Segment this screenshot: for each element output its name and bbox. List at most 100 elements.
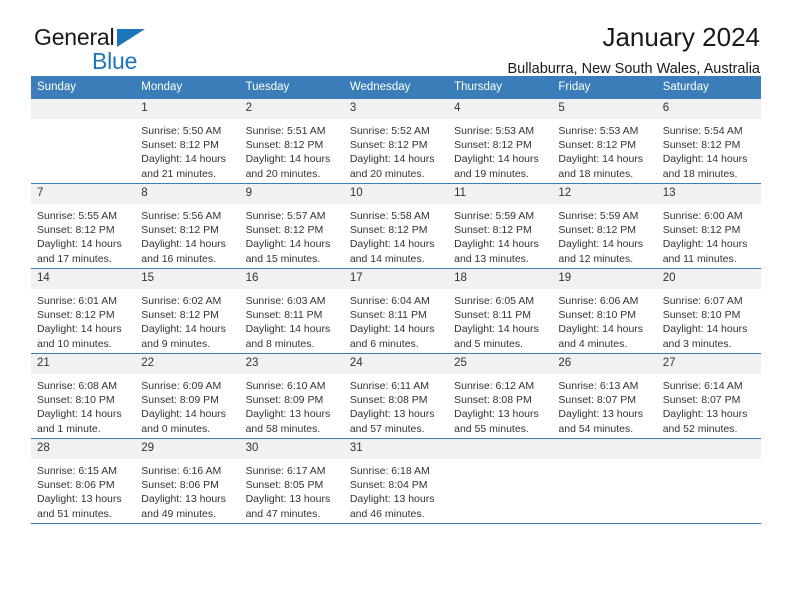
calendar-day-cell[interactable]: 11 Sunrise: 5:59 AM Sunset: 8:12 PM Dayligh…	[448, 183, 553, 269]
day-sun-info: Sunrise: 6:03 AM Sunset: 8:11 PM Daylight:…	[240, 289, 344, 351]
day-number: 17	[343, 269, 449, 289]
daylight-text-cont: and 46 minutes.	[349, 507, 425, 520]
sunrise-text: Sunrise: 5:59 AM	[454, 210, 535, 222]
day-sun-info: Sunrise: 6:00 AM Sunset: 8:12 PM Daylight:…	[657, 204, 761, 266]
sunrise-text: Sunrise: 6:08 AM	[37, 380, 117, 392]
calendar-day-cell[interactable]: 2 Sunrise: 5:51 AM Sunset: 8:12 PM Daylight…	[239, 99, 344, 184]
page-subtitle: Bullaburra, New South Wales, Australia	[507, 61, 760, 77]
daylight-text-cont: and 58 minutes.	[245, 422, 321, 435]
daylight-text-cont: and 16 minutes.	[141, 252, 216, 265]
calendar-day-cell[interactable]: 10 Sunrise: 5:58 AM Sunset: 8:12 PM Dayligh…	[343, 183, 449, 269]
daylight-text-cont: and 4 minutes.	[558, 337, 628, 350]
calendar-day-cell[interactable]: 7 Sunrise: 5:55 AM Sunset: 8:12 PM Daylight…	[31, 183, 136, 269]
calendar-day-cell[interactable]: 9 Sunrise: 5:57 AM Sunset: 8:12 PM Daylight…	[239, 183, 344, 269]
calendar-week-row: 1 Sunrise: 5:50 AM Sunset: 8:12 PM Daylight…	[31, 99, 761, 184]
daylight-text: Daylight: 13 hours	[349, 408, 435, 421]
sunset-text: Sunset: 8:12 PM	[662, 139, 741, 152]
calendar-cell-empty	[656, 438, 761, 524]
calendar-day-cell[interactable]: 13 Sunrise: 6:00 AM Sunset: 8:12 PM Dayligh…	[656, 183, 761, 269]
sunset-text: Sunset: 8:10 PM	[662, 309, 741, 322]
calendar-day-cell[interactable]: 25 Sunrise: 6:12 AM Sunset: 8:08 PM Dayligh…	[448, 353, 553, 439]
sunrise-text: Sunrise: 5:55 AM	[37, 210, 117, 222]
daylight-text: Daylight: 14 hours	[141, 408, 226, 421]
calendar-day-cell[interactable]: 5 Sunrise: 5:53 AM Sunset: 8:12 PM Daylight…	[552, 99, 657, 184]
daylight-text: Daylight: 13 hours	[558, 408, 644, 421]
sunrise-text: Sunrise: 5:52 AM	[349, 125, 430, 137]
sunrise-text: Sunrise: 6:11 AM	[349, 380, 430, 392]
sunset-text: Sunset: 8:10 PM	[558, 309, 637, 322]
daylight-text: Daylight: 14 hours	[662, 153, 748, 166]
day-sun-info: Sunrise: 6:17 AM Sunset: 8:05 PM Daylight:…	[240, 459, 344, 521]
day-sun-info: Sunrise: 6:12 AM Sunset: 8:08 PM Daylight:…	[448, 374, 552, 436]
day-sun-info: Sunrise: 6:18 AM Sunset: 8:04 PM Daylight:…	[344, 459, 448, 521]
calendar-day-cell[interactable]: 18 Sunrise: 6:05 AM Sunset: 8:11 PM Dayligh…	[448, 268, 553, 354]
calendar-day-cell[interactable]: 27 Sunrise: 6:14 AM Sunset: 8:07 PM Dayligh…	[656, 353, 761, 439]
calendar-day-cell[interactable]: 21 Sunrise: 6:08 AM Sunset: 8:10 PM Dayligh…	[31, 353, 136, 439]
day-sun-info: Sunrise: 6:06 AM Sunset: 8:10 PM Daylight:…	[552, 289, 656, 351]
calendar-day-cell[interactable]: 28 Sunrise: 6:15 AM Sunset: 8:06 PM Dayligh…	[31, 438, 136, 524]
day-sun-info: Sunrise: 6:07 AM Sunset: 8:10 PM Daylight:…	[657, 289, 761, 351]
day-number: 6	[656, 99, 761, 119]
sunrise-text: Sunrise: 5:53 AM	[454, 125, 535, 137]
weekday-header-wednesday: Wednesday	[343, 76, 449, 99]
day-number	[31, 99, 136, 119]
sunset-text: Sunset: 8:12 PM	[141, 139, 219, 152]
daylight-text: Daylight: 14 hours	[141, 323, 226, 336]
calendar-day-cell[interactable]: 8 Sunrise: 5:56 AM Sunset: 8:12 PM Daylight…	[135, 183, 240, 269]
calendar-day-cell[interactable]: 29 Sunrise: 6:16 AM Sunset: 8:06 PM Dayligh…	[135, 438, 240, 524]
daylight-text-cont: and 18 minutes.	[662, 167, 738, 180]
day-number: 15	[135, 269, 240, 289]
sunset-text: Sunset: 8:12 PM	[245, 139, 324, 152]
calendar-day-cell[interactable]: 23 Sunrise: 6:10 AM Sunset: 8:09 PM Dayligh…	[239, 353, 344, 439]
sunrise-text: Sunrise: 5:59 AM	[558, 210, 639, 222]
calendar-day-cell[interactable]: 1 Sunrise: 5:50 AM Sunset: 8:12 PM Daylight…	[135, 99, 240, 184]
sunset-text: Sunset: 8:12 PM	[662, 224, 741, 237]
calendar-day-cell[interactable]: 30 Sunrise: 6:17 AM Sunset: 8:05 PM Dayligh…	[239, 438, 344, 524]
sunrise-text: Sunrise: 6:00 AM	[662, 210, 743, 222]
daylight-text: Daylight: 14 hours	[141, 238, 226, 251]
calendar-day-cell[interactable]: 19 Sunrise: 6:06 AM Sunset: 8:10 PM Dayligh…	[552, 268, 657, 354]
daylight-text-cont: and 6 minutes.	[349, 337, 419, 350]
generalblue-logo[interactable]: General Blue	[34, 26, 234, 78]
calendar-day-cell[interactable]: 20 Sunrise: 6:07 AM Sunset: 8:10 PM Dayligh…	[656, 268, 761, 354]
daylight-text-cont: and 55 minutes.	[454, 422, 529, 435]
sunset-text: Sunset: 8:08 PM	[349, 394, 428, 407]
sunrise-text: Sunrise: 6:18 AM	[349, 465, 430, 477]
calendar-day-cell[interactable]: 31 Sunrise: 6:18 AM Sunset: 8:04 PM Dayligh…	[343, 438, 449, 524]
logo-text-general: General	[34, 24, 115, 50]
logo-text-blue: Blue	[92, 48, 138, 74]
calendar-day-cell[interactable]: 22 Sunrise: 6:09 AM Sunset: 8:09 PM Dayligh…	[135, 353, 240, 439]
day-sun-info: Sunrise: 5:58 AM Sunset: 8:12 PM Daylight:…	[344, 204, 448, 266]
day-sun-info: Sunrise: 5:53 AM Sunset: 8:12 PM Daylight:…	[448, 119, 552, 181]
weekday-header-tuesday: Tuesday	[239, 76, 344, 99]
calendar-week-row: 7 Sunrise: 5:55 AM Sunset: 8:12 PM Daylight…	[31, 183, 761, 269]
day-sun-info: Sunrise: 6:10 AM Sunset: 8:09 PM Daylight:…	[240, 374, 344, 436]
daylight-text-cont: and 3 minutes.	[662, 337, 732, 350]
day-number: 5	[552, 99, 657, 119]
daylight-text-cont: and 20 minutes.	[349, 167, 425, 180]
calendar-day-cell[interactable]: 15 Sunrise: 6:02 AM Sunset: 8:12 PM Dayligh…	[135, 268, 240, 354]
calendar-day-cell[interactable]: 24 Sunrise: 6:11 AM Sunset: 8:08 PM Dayligh…	[343, 353, 449, 439]
day-sun-info: Sunrise: 5:51 AM Sunset: 8:12 PM Daylight:…	[240, 119, 344, 181]
day-sun-info: Sunrise: 6:08 AM Sunset: 8:10 PM Daylight:…	[31, 374, 135, 436]
calendar-day-cell[interactable]: 16 Sunrise: 6:03 AM Sunset: 8:11 PM Dayligh…	[239, 268, 344, 354]
daylight-text: Daylight: 14 hours	[245, 323, 331, 336]
sunset-text: Sunset: 8:07 PM	[662, 394, 741, 407]
daylight-text-cont: and 8 minutes.	[245, 337, 315, 350]
sunset-text: Sunset: 8:12 PM	[558, 139, 637, 152]
calendar-day-cell[interactable]: 4 Sunrise: 5:53 AM Sunset: 8:12 PM Daylight…	[448, 99, 553, 184]
daylight-text-cont: and 20 minutes.	[245, 167, 321, 180]
day-number: 8	[135, 184, 240, 204]
calendar-day-cell[interactable]: 17 Sunrise: 6:04 AM Sunset: 8:11 PM Dayligh…	[343, 268, 449, 354]
calendar-day-cell[interactable]: 6 Sunrise: 5:54 AM Sunset: 8:12 PM Daylight…	[656, 99, 761, 184]
daylight-text-cont: and 11 minutes.	[662, 252, 737, 265]
calendar-day-cell[interactable]: 12 Sunrise: 5:59 AM Sunset: 8:12 PM Dayligh…	[552, 183, 657, 269]
sunset-text: Sunset: 8:07 PM	[558, 394, 637, 407]
calendar-day-cell[interactable]: 3 Sunrise: 5:52 AM Sunset: 8:12 PM Daylight…	[343, 99, 449, 184]
day-sun-info: Sunrise: 6:11 AM Sunset: 8:08 PM Daylight:…	[344, 374, 448, 436]
calendar-day-cell[interactable]: 26 Sunrise: 6:13 AM Sunset: 8:07 PM Dayligh…	[552, 353, 657, 439]
calendar-day-cell[interactable]: 14 Sunrise: 6:01 AM Sunset: 8:12 PM Dayligh…	[31, 268, 136, 354]
daylight-text-cont: and 52 minutes.	[662, 422, 738, 435]
calendar-body: 1 Sunrise: 5:50 AM Sunset: 8:12 PM Daylight…	[31, 99, 761, 524]
day-number: 30	[239, 439, 344, 459]
